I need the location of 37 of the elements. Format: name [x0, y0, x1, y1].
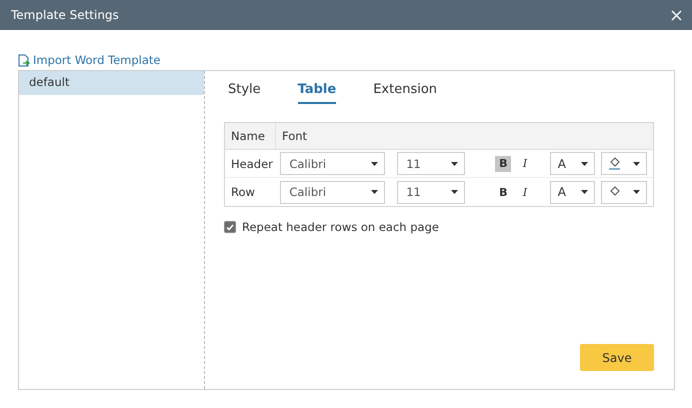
- check-icon: [226, 224, 234, 230]
- italic-button[interactable]: I: [517, 156, 533, 172]
- column-header: Font: [281, 128, 308, 145]
- template-item[interactable]: default: [19, 71, 204, 95]
- tab[interactable]: Table: [298, 80, 336, 104]
- repeat-header-checkbox[interactable]: Repeat header rows on each page: [224, 220, 654, 234]
- window-title: Template Settings: [11, 8, 119, 22]
- font-select[interactable]: Calibri: [280, 180, 386, 204]
- checkbox[interactable]: [224, 221, 236, 233]
- import-template-link[interactable]: Import Word Template: [18, 50, 161, 70]
- caret-icon: [633, 190, 640, 194]
- font-select[interactable]: Calibri: [280, 152, 386, 175]
- caret-icon: [450, 190, 458, 194]
- checkbox-label: Repeat header rows on each page: [242, 220, 439, 234]
- text-color-select[interactable]: A: [550, 180, 596, 204]
- caret-icon: [371, 162, 378, 166]
- bold-button[interactable]: B: [495, 184, 512, 200]
- caret-icon: [450, 162, 458, 166]
- row-name: Row: [230, 185, 256, 199]
- caret-icon: [371, 190, 378, 194]
- bold-button[interactable]: B: [495, 156, 512, 172]
- tab[interactable]: Extension: [373, 80, 438, 104]
- text-color-select[interactable]: A: [550, 152, 596, 175]
- close-icon[interactable]: [671, 10, 682, 20]
- save-button[interactable]: Save: [580, 344, 654, 371]
- italic-button[interactable]: I: [517, 184, 533, 200]
- caret-icon: [581, 190, 588, 194]
- caret-icon: [581, 162, 588, 166]
- tab[interactable]: Style: [228, 80, 261, 104]
- document-import-icon: [18, 54, 30, 66]
- caret-icon: [633, 162, 640, 166]
- row-name: Header: [230, 156, 274, 170]
- size-select[interactable]: 11: [397, 152, 465, 175]
- column-header: Name: [225, 123, 276, 149]
- fill-color-select[interactable]: [601, 180, 647, 204]
- fill-color-select[interactable]: [601, 152, 647, 175]
- size-select[interactable]: 11: [397, 180, 465, 204]
